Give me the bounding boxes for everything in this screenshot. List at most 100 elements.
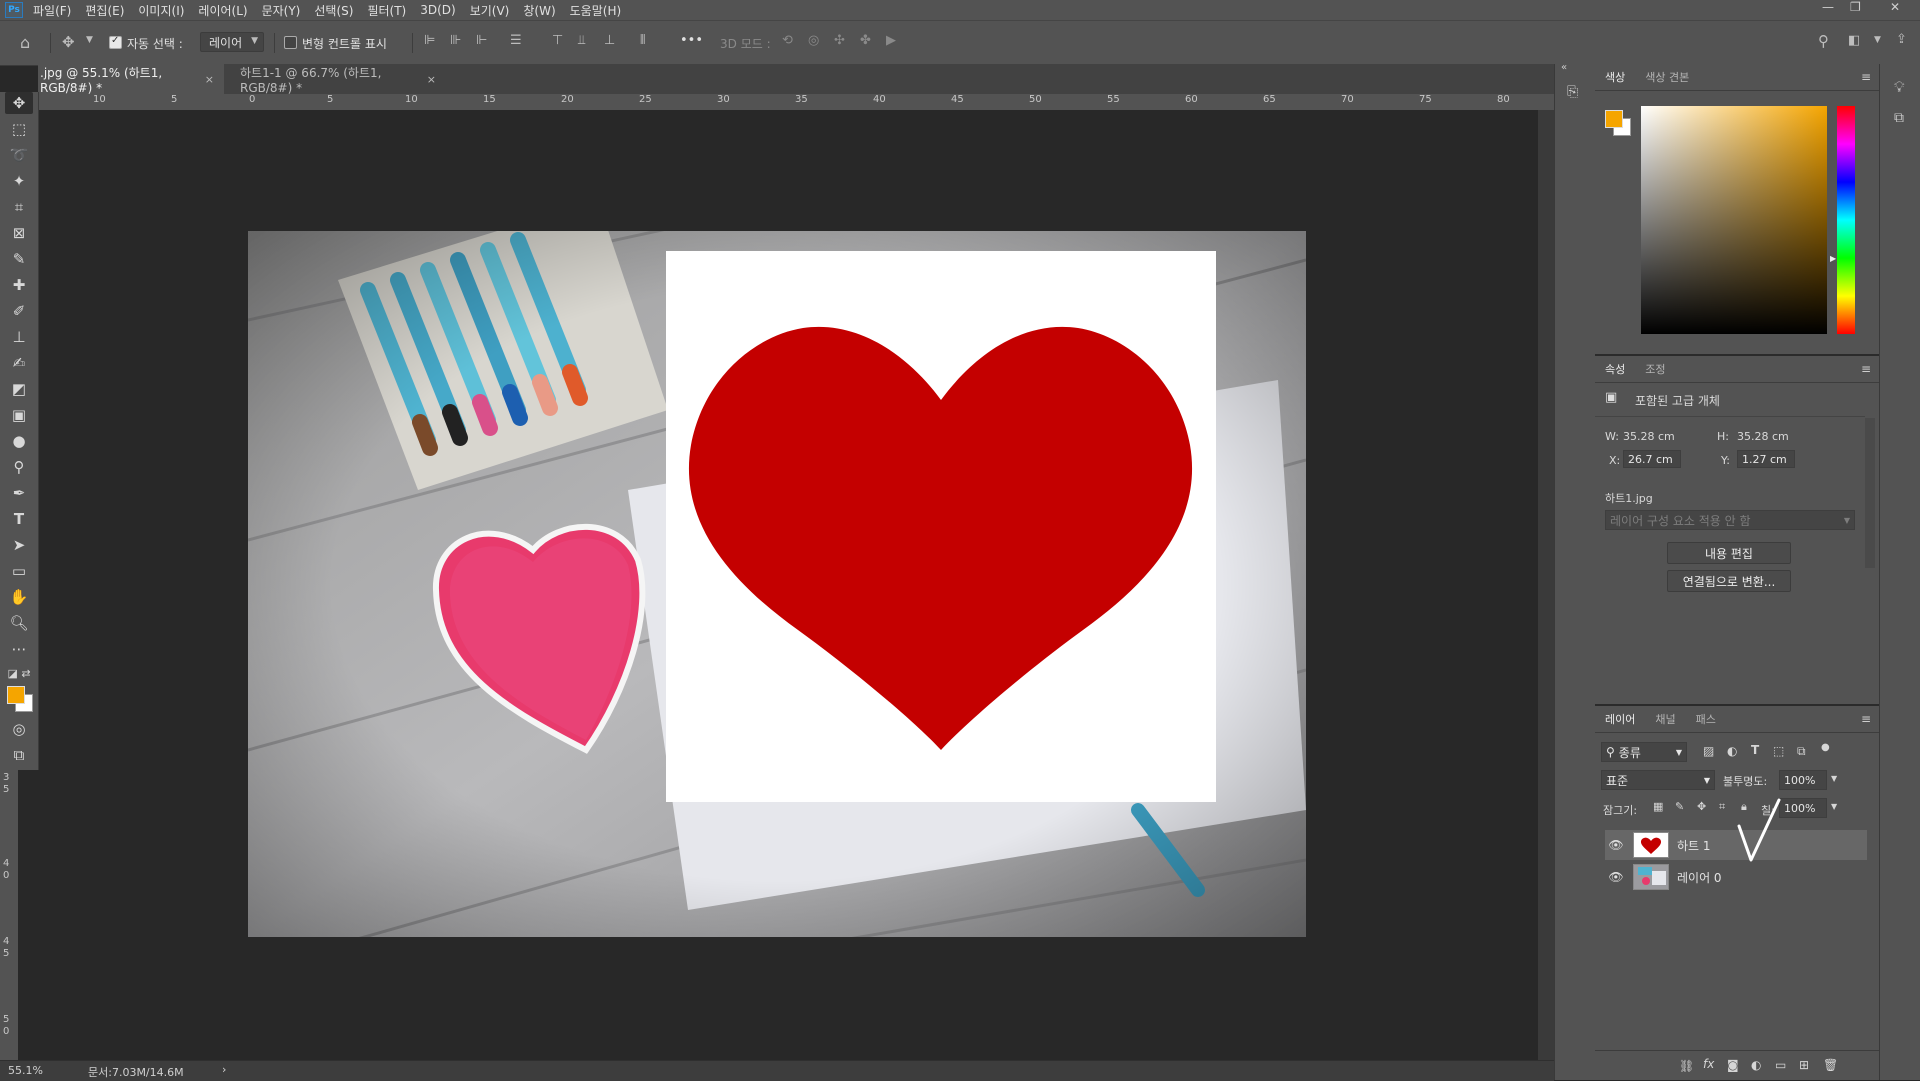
tab-paths[interactable]: 패스 [1686, 706, 1726, 732]
brush-tool-icon[interactable]: ✐ [5, 300, 33, 322]
3d-roll-icon[interactable]: ◎ [808, 33, 819, 48]
marquee-tool-icon[interactable]: ⬚ [5, 118, 33, 140]
group-folder-icon[interactable]: ▭ [1775, 1058, 1786, 1072]
frame-tool-icon[interactable]: ⊠ [5, 222, 33, 244]
layer-name[interactable]: 레이어 0 [1677, 869, 1722, 886]
tab-document-1[interactable]: .jpg @ 55.1% (하트1, RGB/8#) * × [38, 64, 224, 95]
rectangle-tool-icon[interactable]: ▭ [5, 560, 33, 582]
distribute-icon[interactable]: ☰ [510, 33, 522, 48]
link-layers-icon[interactable]: ⛓ [1679, 1059, 1694, 1073]
canvas-area[interactable] [38, 110, 1554, 1060]
3d-slide-icon[interactable]: ✤ [860, 33, 871, 48]
width-value[interactable]: 35.28 cm [1623, 430, 1675, 443]
eraser-tool-icon[interactable]: ◩ [5, 378, 33, 400]
eye-icon[interactable]: 👁︎ [1605, 838, 1627, 852]
history-brush-tool-icon[interactable]: ✍ [5, 352, 33, 374]
align-bottom-icon[interactable]: ⊥ [604, 33, 615, 48]
minimize-icon[interactable]: — [1822, 0, 1834, 14]
eye-icon[interactable]: 👁︎ [1605, 870, 1627, 884]
filter-pixel-icon[interactable]: ▨ [1703, 744, 1714, 758]
auto-select-checkbox[interactable] [109, 35, 122, 49]
align-right-icon[interactable]: ⊩ [476, 33, 487, 48]
menu-image[interactable]: 이미지(I) [138, 2, 184, 19]
tab-swatches[interactable]: 색상 견본 [1635, 64, 1699, 90]
document-canvas[interactable] [38, 110, 1554, 1060]
libraries-icon[interactable]: ⧉ [1894, 110, 1904, 126]
menu-file[interactable]: 파일(F) [33, 2, 71, 19]
vertical-scrollbar[interactable] [1538, 110, 1554, 1060]
healing-brush-tool-icon[interactable]: ✚ [5, 274, 33, 296]
search-icon[interactable]: ⚲ [1818, 32, 1829, 50]
share-icon[interactable]: ⇪ [1896, 32, 1907, 47]
heart-layer[interactable] [666, 251, 1216, 802]
foreground-color-swatch[interactable] [7, 686, 25, 704]
chevron-down-icon[interactable]: ▼ [1831, 802, 1837, 811]
convert-to-linked-button[interactable]: 연결됨으로 변환... [1667, 570, 1791, 592]
lock-position-icon[interactable]: ✥ [1697, 800, 1706, 813]
hue-slider[interactable] [1837, 106, 1855, 334]
transform-controls-checkbox[interactable] [284, 36, 297, 49]
foreground-color-swatch[interactable] [1605, 110, 1623, 128]
menu-filter[interactable]: 필터(T) [367, 2, 406, 19]
blend-mode-select[interactable]: 표준 ▼ [1601, 770, 1715, 790]
auto-select-dropdown[interactable]: 레이어 ▼ [200, 32, 264, 52]
lock-pixels-icon[interactable]: ✎ [1675, 800, 1684, 813]
edit-contents-button[interactable]: 내용 편집 [1667, 542, 1791, 564]
move-tool-icon[interactable]: ✥ [5, 92, 33, 114]
history-panel-icon[interactable]: ⎘ [1567, 84, 1578, 100]
layer-filter-select[interactable]: ⚲ 종류 ▼ [1601, 742, 1687, 762]
home-icon[interactable]: ⌂ [20, 33, 30, 52]
delete-layer-icon[interactable]: 🗑︎ [1823, 1058, 1838, 1072]
3d-orbit-icon[interactable]: ⟲ [782, 33, 793, 48]
filter-type-icon[interactable]: T [1751, 743, 1759, 757]
opacity-input[interactable]: 100% [1779, 770, 1827, 790]
more-tools-icon[interactable]: ⋯ [5, 638, 33, 660]
menu-type[interactable]: 문자(Y) [262, 2, 301, 19]
filter-toggle-icon[interactable]: ● [1821, 742, 1830, 753]
tab-channels[interactable]: 채널 [1645, 706, 1685, 732]
distribute-vertical-icon[interactable]: ⫴ [640, 33, 645, 48]
layer-comp-select[interactable]: 레이어 구성 요소 적용 안 함 ▼ [1605, 510, 1855, 530]
menu-3d[interactable]: 3D(D) [420, 3, 455, 17]
chevron-down-icon[interactable]: ▼ [86, 35, 93, 45]
lasso-tool-icon[interactable]: ➰ [5, 144, 33, 166]
zoom-tool-icon[interactable]: 🔍︎ [5, 612, 33, 634]
screen-mode-icon[interactable]: ⧉ [5, 744, 33, 766]
panel-menu-icon[interactable]: ≡ [1861, 70, 1871, 84]
filter-smart-object-icon[interactable]: ⧉ [1797, 744, 1806, 759]
tab-adjustments[interactable]: 조정 [1635, 356, 1675, 382]
stamp-tool-icon[interactable]: ⊥ [5, 326, 33, 348]
tab-properties[interactable]: 속성 [1595, 356, 1636, 382]
collapse-icon[interactable]: « [1561, 62, 1567, 73]
hand-tool-icon[interactable]: ✋ [5, 586, 33, 608]
type-tool-icon[interactable]: T [5, 508, 33, 530]
menu-select[interactable]: 선택(S) [314, 2, 353, 19]
adjustment-layer-icon[interactable]: ◐ [1751, 1058, 1761, 1072]
layer-row[interactable]: 👁︎ 레이어 0 [1605, 862, 1867, 892]
blur-tool-icon[interactable]: ● [5, 430, 33, 452]
pen-tool-icon[interactable]: ✒ [5, 482, 33, 504]
layer-name[interactable]: 하트 1 [1677, 837, 1711, 854]
chevron-down-icon[interactable]: ▼ [1831, 774, 1837, 783]
magic-wand-tool-icon[interactable]: ✦ [5, 170, 33, 192]
gradient-tool-icon[interactable]: ▣ [5, 404, 33, 426]
y-position-input[interactable]: 1.27 cm [1737, 450, 1795, 468]
x-position-input[interactable]: 26.7 cm [1623, 450, 1681, 468]
chevron-down-icon[interactable]: ▼ [1874, 35, 1881, 45]
lock-transparent-icon[interactable]: ▦ [1653, 800, 1663, 813]
properties-scrollbar[interactable] [1865, 418, 1875, 568]
close-tab-icon[interactable]: × [205, 73, 214, 86]
lock-artboard-icon[interactable]: ⌗ [1719, 800, 1725, 814]
menu-view[interactable]: 보기(V) [470, 2, 510, 19]
new-layer-icon[interactable]: ⊞ [1799, 1058, 1809, 1072]
lightbulb-icon[interactable]: 💡︎ [1894, 78, 1905, 96]
3d-scale-icon[interactable]: ▶ [886, 33, 896, 48]
restore-icon[interactable]: ❐ [1850, 0, 1861, 14]
move-tool-icon[interactable]: ✥ [62, 33, 75, 51]
default-colors-icon[interactable]: ◪ ⇄ [5, 662, 33, 684]
filter-shape-icon[interactable]: ⬚ [1773, 744, 1784, 758]
filter-adjustment-icon[interactable]: ◐ [1727, 744, 1737, 758]
crop-tool-icon[interactable]: ⌗ [5, 196, 33, 218]
tab-color[interactable]: 색상 [1595, 64, 1636, 90]
panel-menu-icon[interactable]: ≡ [1861, 712, 1871, 726]
